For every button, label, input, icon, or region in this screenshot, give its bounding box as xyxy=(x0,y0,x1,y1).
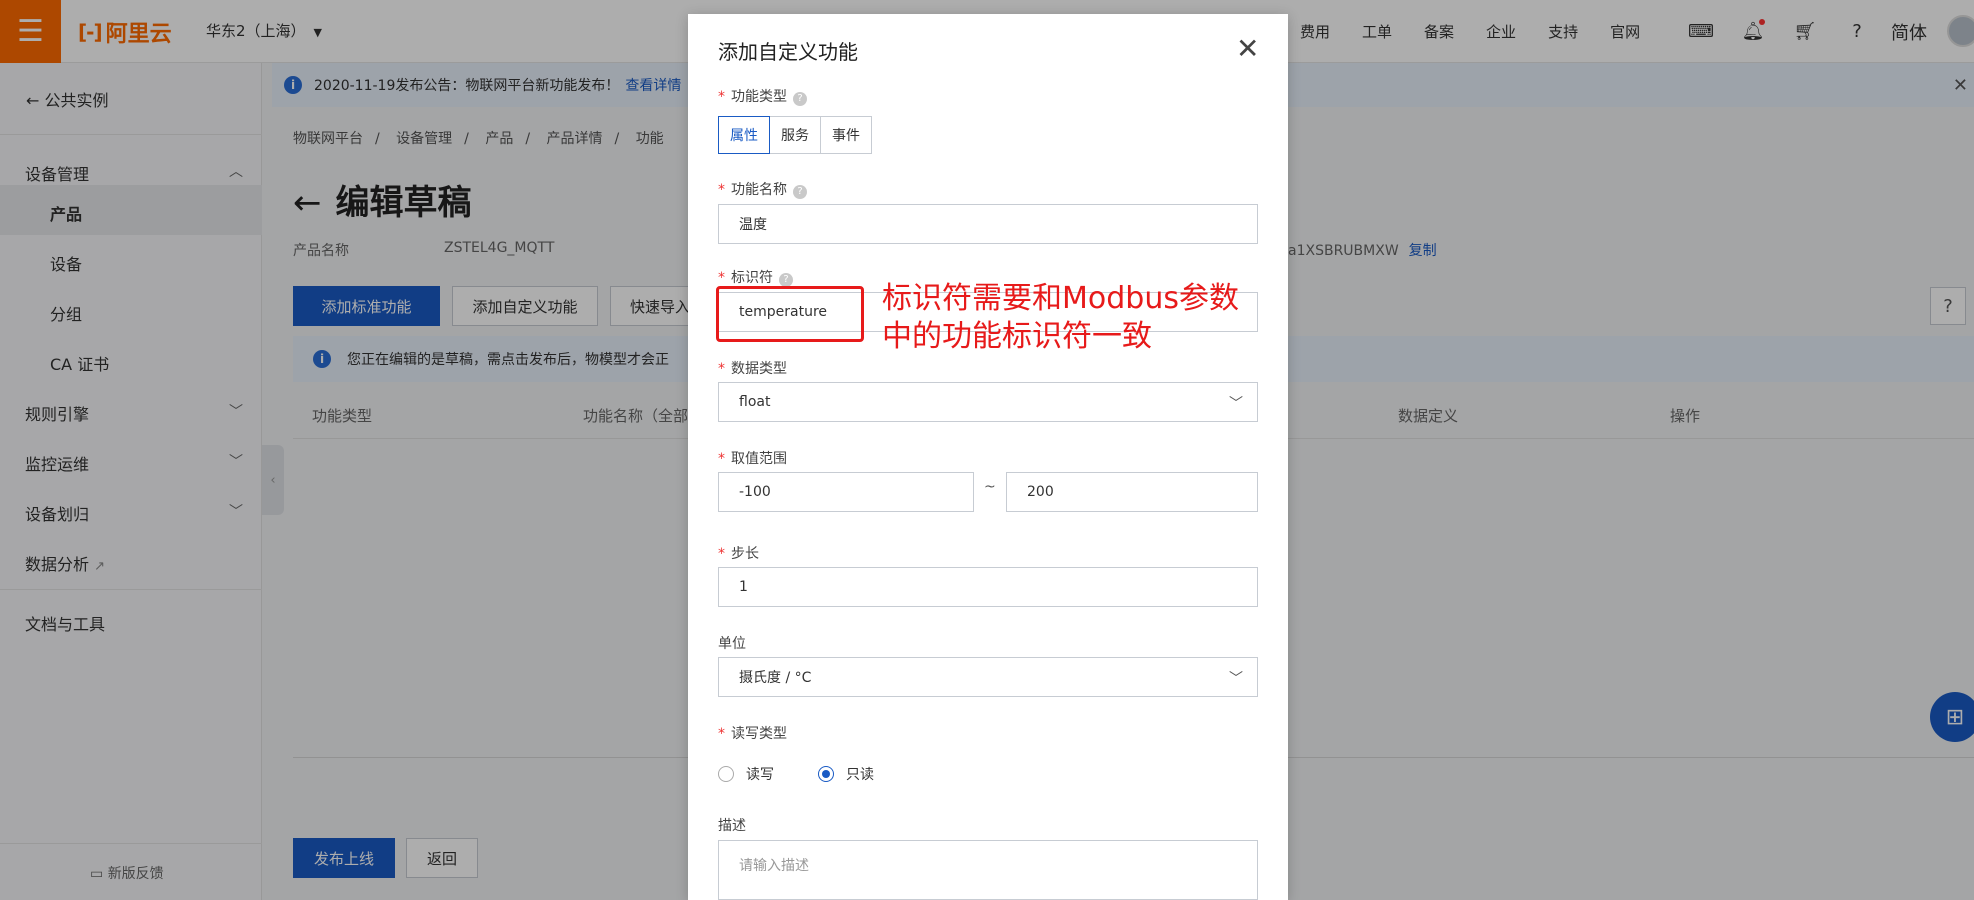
value-range-label: * 取值范围 xyxy=(718,448,787,468)
annotation-line: 中的功能标识符一致 xyxy=(882,319,1152,354)
required-mark: * xyxy=(718,182,725,198)
data-type-select[interactable]: float ﹀ xyxy=(718,382,1258,422)
required-mark: * xyxy=(718,361,725,377)
step-label-text: 步长 xyxy=(731,546,759,562)
identifier-label: * 标识符? xyxy=(718,267,793,287)
annotation-text: 标识符需要和Modbus参数 中的功能标识符一致 xyxy=(882,280,1262,356)
type-service[interactable]: 服务 xyxy=(769,116,821,154)
add-custom-function-dialog: 添加自定义功能 ✕ * 功能类型? 属性 服务 事件 * 功能名称? 温度 * 标识符… xyxy=(688,14,1288,900)
chevron-down-icon: ﹀ xyxy=(1229,671,1243,687)
function-type-selector: 属性 服务 事件 xyxy=(718,116,872,154)
dialog-title: 添加自定义功能 xyxy=(718,40,858,64)
radio-label: 读写 xyxy=(746,767,774,783)
question-icon[interactable]: ? xyxy=(793,185,807,199)
value-range-label-text: 取值范围 xyxy=(731,451,787,467)
required-mark: * xyxy=(718,726,725,742)
range-separator: ~ xyxy=(984,479,996,495)
type-property[interactable]: 属性 xyxy=(718,116,770,154)
rw-readonly-radio[interactable]: 只读 xyxy=(818,764,874,784)
rw-type-label-text: 读写类型 xyxy=(731,726,787,742)
required-mark: * xyxy=(718,270,725,286)
type-event[interactable]: 事件 xyxy=(820,116,872,154)
chevron-down-icon: ﹀ xyxy=(1229,396,1243,412)
identifier-label-text: 标识符 xyxy=(731,270,773,286)
rw-type-label: * 读写类型 xyxy=(718,723,787,743)
unit-value: 摄氏度 / °C xyxy=(739,670,812,686)
description-textarea[interactable]: 请输入描述 xyxy=(718,840,1258,900)
unit-select[interactable]: 摄氏度 / °C ﹀ xyxy=(718,657,1258,697)
annotation-line: 标识符需要和Modbus参数 xyxy=(882,281,1239,316)
required-mark: * xyxy=(718,546,725,562)
rw-readwrite-radio[interactable]: 读写 xyxy=(718,764,774,784)
unit-label: 单位 xyxy=(718,636,746,652)
function-name-input[interactable]: 温度 xyxy=(718,204,1258,244)
function-type-label: * 功能类型? xyxy=(718,86,807,106)
question-icon[interactable]: ? xyxy=(793,92,807,106)
range-min-input[interactable]: -100 xyxy=(718,472,974,512)
data-type-value: float xyxy=(739,394,771,410)
question-icon[interactable]: ? xyxy=(779,273,793,287)
required-mark: * xyxy=(718,451,725,467)
close-icon[interactable]: ✕ xyxy=(1236,32,1259,65)
data-type-label: * 数据类型 xyxy=(718,358,787,378)
required-mark: * xyxy=(718,89,725,105)
function-name-label: * 功能名称? xyxy=(718,179,807,199)
step-label: * 步长 xyxy=(718,543,759,563)
function-type-label-text: 功能类型 xyxy=(731,89,787,105)
description-label: 描述 xyxy=(718,818,746,834)
annotation-highlight-box xyxy=(716,286,864,342)
radio-circle[interactable] xyxy=(718,766,734,782)
radio-circle-checked[interactable] xyxy=(818,766,834,782)
range-max-input[interactable]: 200 xyxy=(1006,472,1258,512)
data-type-label-text: 数据类型 xyxy=(731,361,787,377)
radio-label: 只读 xyxy=(846,767,874,783)
step-input[interactable]: 1 xyxy=(718,567,1258,607)
function-name-label-text: 功能名称 xyxy=(731,182,787,198)
